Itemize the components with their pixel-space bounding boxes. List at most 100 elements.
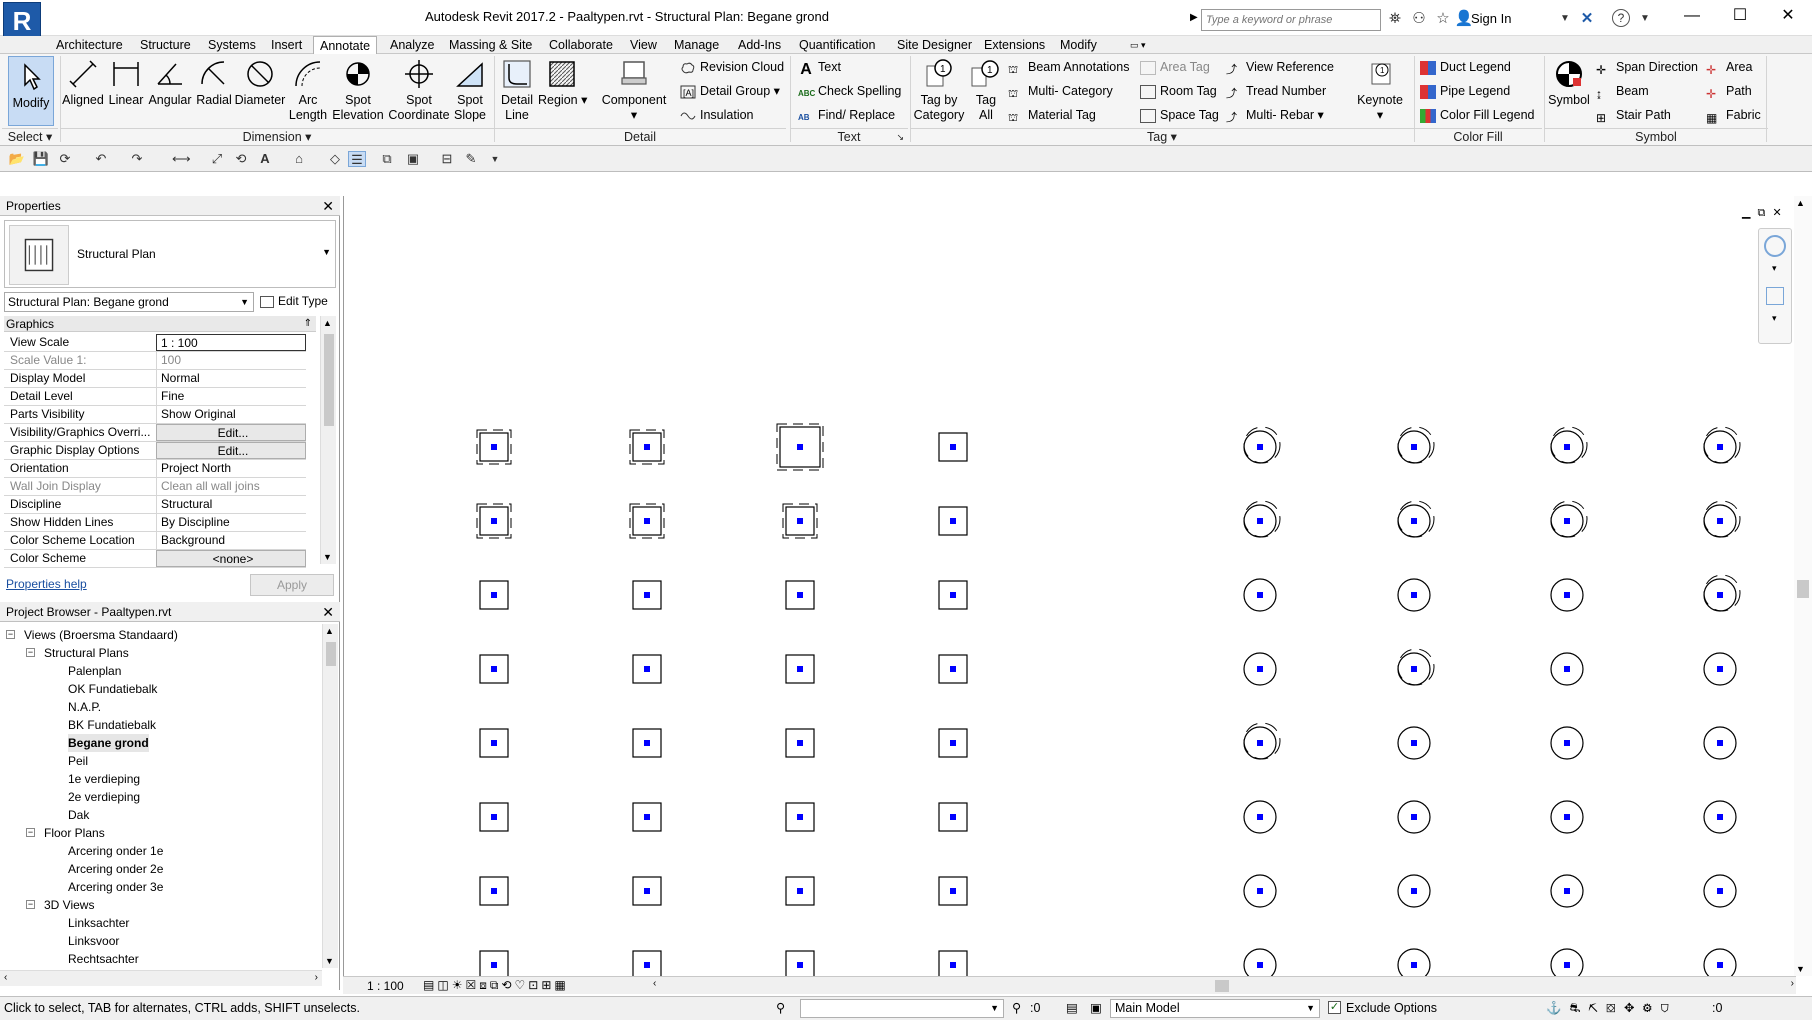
pile-center-marker[interactable] [644, 592, 650, 598]
graphics-section-header[interactable]: Graphics ⇑ [4, 316, 316, 332]
multi-category-button[interactable]: ⛫ Multi- Category [1008, 82, 1113, 100]
component-button[interactable]: Component ▾ [596, 58, 672, 123]
select-by-face-icon[interactable]: ⛋ [1606, 1001, 1624, 1015]
tree-collapse-toggle[interactable]: − [26, 648, 35, 657]
pile-center-marker[interactable] [950, 592, 956, 598]
browser-group-item[interactable]: 3D Views [44, 896, 94, 914]
insulation-button[interactable]: Insulation [680, 106, 754, 124]
crop-view-icon[interactable]: ⧈ [479, 978, 490, 992]
color-fill-legend-button[interactable]: Color Fill Legend [1420, 106, 1535, 124]
property-row[interactable]: Visibility/Graphics Overri... Edit... [4, 424, 306, 442]
apply-button[interactable]: Apply [250, 574, 334, 596]
show-crop-icon[interactable]: ⧉ [490, 978, 502, 992]
property-value[interactable]: Structural [156, 496, 306, 513]
pile-center-marker[interactable] [797, 962, 803, 968]
canvas-hscrollbar[interactable]: › [1233, 976, 1796, 994]
pipe-legend-button[interactable]: Pipe Legend [1420, 82, 1510, 100]
browser-hscrollbar[interactable]: ‹ › [0, 970, 322, 986]
browser-view-item[interactable]: BK Fundatiebalk [68, 716, 156, 734]
pile-center-marker[interactable] [1717, 518, 1723, 524]
scroll-up-icon[interactable]: ▲ [323, 318, 332, 328]
property-value[interactable]: <none> [156, 550, 306, 567]
property-value[interactable]: Show Original [156, 406, 306, 423]
pile-center-marker[interactable] [1564, 888, 1570, 894]
pile-center-marker[interactable] [797, 592, 803, 598]
region-button[interactable]: Region ▾ [538, 58, 587, 108]
temporary-hide-icon[interactable]: ⟲ [501, 978, 514, 992]
pile-center-marker[interactable] [797, 740, 803, 746]
design-option-dropdown[interactable]: Main Model ▼ [1110, 999, 1320, 1018]
pile-center-marker[interactable] [1257, 592, 1263, 598]
pile-center-marker[interactable] [491, 888, 497, 894]
scroll-down-icon[interactable]: ▼ [325, 956, 334, 966]
pile-center-marker[interactable] [491, 740, 497, 746]
select-links-icon[interactable]: ⚓ [1546, 1001, 1570, 1015]
browser-view-item[interactable]: Linksachter [68, 914, 129, 932]
revision-cloud-button[interactable]: Revision Cloud [680, 58, 784, 76]
tab-quantification[interactable]: Quantification [793, 36, 881, 54]
pile-center-marker[interactable] [644, 814, 650, 820]
help-dropdown-icon[interactable]: ▼ [1635, 9, 1655, 29]
shadows-icon[interactable]: ☒ [465, 978, 479, 992]
tree-collapse-toggle[interactable]: − [26, 900, 35, 909]
pile-center-marker[interactable] [1411, 962, 1417, 968]
room-tag-button[interactable]: Room Tag [1140, 82, 1217, 100]
browser-group-item[interactable]: Structural Plans [44, 644, 129, 662]
space-tag-button[interactable]: Space Tag [1140, 106, 1219, 124]
pile-center-marker[interactable] [797, 814, 803, 820]
exchange-icon[interactable]: ✕ [1577, 9, 1597, 29]
pile-center-marker[interactable] [491, 444, 497, 450]
align-icon[interactable]: ⊟ [438, 151, 456, 167]
property-row[interactable]: Wall Join Display Clean all wall joins [4, 478, 306, 496]
pile-center-marker[interactable] [644, 962, 650, 968]
property-value[interactable]: Project North [156, 460, 306, 477]
browser-view-item[interactable]: 2e verdieping [68, 788, 140, 806]
browser-view-item[interactable]: Arcering onder 2e [68, 860, 163, 878]
detail-level-icon[interactable]: ▤ [423, 978, 437, 992]
browser-view-item[interactable]: N.A.P. [68, 698, 101, 716]
pile-center-marker[interactable] [644, 888, 650, 894]
exclude-options-checkbox[interactable]: ✓ [1328, 1001, 1341, 1014]
tab-extensions[interactable]: Extensions [978, 36, 1051, 54]
pile-center-marker[interactable] [491, 962, 497, 968]
pile-center-marker[interactable] [491, 518, 497, 524]
tab-modify[interactable]: Modify [1054, 36, 1103, 54]
tab-annotate[interactable]: Annotate [313, 36, 378, 54]
pile-center-marker[interactable] [797, 888, 803, 894]
property-row[interactable]: Scale Value 1: 100 [4, 352, 306, 370]
customize-qat-icon[interactable]: ▼ [486, 151, 504, 167]
pile-center-marker[interactable] [1717, 962, 1723, 968]
detail-line-button[interactable]: Detail Line [496, 58, 538, 123]
property-row[interactable]: Graphic Display Options Edit... [4, 442, 306, 460]
view-scale[interactable]: 1 : 100 [367, 979, 404, 993]
canvas-vscrollbar[interactable]: ▲ ▼ [1794, 196, 1812, 976]
keynote-button[interactable]: 1 Keynote ▾ [1356, 58, 1404, 123]
edit-icon[interactable]: ✎ [462, 151, 480, 167]
panel-text[interactable]: Text ↘ [790, 128, 908, 144]
help-icon[interactable]: ? [1612, 9, 1630, 27]
scrollbar-thumb[interactable] [324, 334, 334, 426]
subscription-icon[interactable]: ⚇ [1409, 9, 1429, 29]
property-row[interactable]: Display Model Normal [4, 370, 306, 388]
pile-center-marker[interactable] [950, 666, 956, 672]
property-row[interactable]: Parts Visibility Show Original [4, 406, 306, 424]
tree-collapse-toggle[interactable]: − [6, 630, 15, 639]
browser-view-item[interactable]: Arcering onder 1e [68, 842, 163, 860]
find-replace-button[interactable]: AB Find/ Replace [798, 106, 895, 124]
analytical-model-icon[interactable]: ⊞ [541, 978, 554, 992]
pile-center-marker[interactable] [1411, 444, 1417, 450]
spot-coordinate-button[interactable]: Spot Coordinate [388, 58, 450, 123]
property-value[interactable]: Edit... [156, 442, 306, 459]
browser-group-item[interactable]: Views (Broersma Standaard) [24, 626, 178, 644]
switch-windows-icon[interactable]: ▣ [404, 151, 422, 167]
workset-dropdown[interactable]: ▼ [800, 999, 1004, 1018]
pile-center-marker[interactable] [1717, 666, 1723, 672]
duct-legend-button[interactable]: Duct Legend [1420, 58, 1511, 76]
arc-length-button[interactable]: Arc Length [286, 58, 330, 123]
tab-add-ins[interactable]: Add-Ins [732, 36, 787, 54]
symbol-button[interactable]: Symbol [1546, 58, 1592, 108]
reveal-hidden-icon[interactable]: ♡ [515, 978, 529, 992]
tab-massing-site[interactable]: Massing & Site [443, 36, 538, 54]
pile-center-marker[interactable] [1411, 888, 1417, 894]
beam-symbol-button[interactable]: ↨ Beam [1596, 82, 1649, 101]
